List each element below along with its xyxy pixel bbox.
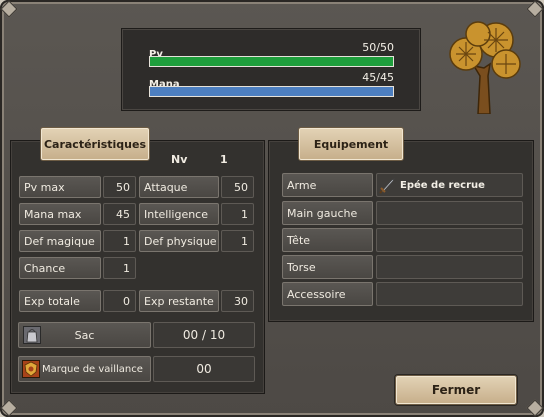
slot-label-main-gauche: Main gauche xyxy=(282,201,373,225)
corner-ornament xyxy=(526,0,544,18)
stat-label-def-magique: Def magique xyxy=(19,230,101,252)
stat-label-chance: Chance xyxy=(19,257,101,279)
stat-value-def-magique: 1 xyxy=(103,230,136,252)
corner-ornament xyxy=(0,399,18,417)
stat-label-intelligence: Intelligence xyxy=(139,203,219,225)
bag-button[interactable]: Sac xyxy=(18,322,151,348)
close-button[interactable]: Fermer xyxy=(395,375,517,405)
slot-arme[interactable]: Epée de recrue xyxy=(376,173,523,197)
exp-total-label: Exp totale xyxy=(19,290,101,312)
slot-main-gauche[interactable] xyxy=(376,201,523,225)
stat-value-pv-max: 50 xyxy=(103,176,136,198)
bag-icon xyxy=(23,326,41,344)
badge-label: Marque de vaillance xyxy=(42,363,143,375)
stat-value-intelligence: 1 xyxy=(221,203,254,225)
mana-bar xyxy=(149,86,394,97)
character-window: Pv 50/50 Mana 45/45 Caractéristiques Nv … xyxy=(0,0,544,417)
exp-remaining-label: Exp restante xyxy=(139,290,219,312)
badge-value: 00 xyxy=(153,356,255,382)
slot-arme-item: Epée de recrue xyxy=(400,179,485,191)
stat-value-mana-max: 45 xyxy=(103,203,136,225)
tab-equipment[interactable]: Equipement xyxy=(298,127,404,161)
stat-label-def-physique: Def physique xyxy=(139,230,219,252)
corner-ornament xyxy=(526,399,544,417)
hp-value: 50/50 xyxy=(362,41,394,54)
stat-label-pv-max: Pv max xyxy=(19,176,101,198)
stat-value-attaque: 50 xyxy=(221,176,254,198)
tree-icon xyxy=(449,21,521,114)
slot-label-torse: Torse xyxy=(282,255,373,279)
exp-total-value: 0 xyxy=(103,290,136,312)
stat-value-chance: 1 xyxy=(103,257,136,279)
mana-value: 45/45 xyxy=(362,71,394,84)
stat-value-def-physique: 1 xyxy=(221,230,254,252)
bag-value: 00 / 10 xyxy=(153,322,255,348)
sword-icon xyxy=(379,178,395,194)
slot-accessoire[interactable] xyxy=(376,282,523,306)
slot-torse[interactable] xyxy=(376,255,523,279)
level-value: 1 xyxy=(220,153,228,166)
hp-bar-fill xyxy=(150,57,393,66)
slot-label-tete: Tête xyxy=(282,228,373,252)
mana-bar-fill xyxy=(150,87,393,96)
hp-bar xyxy=(149,56,394,67)
slot-tete[interactable] xyxy=(376,228,523,252)
badge-button[interactable]: Marque de vaillance xyxy=(18,356,151,382)
badge-icon xyxy=(22,360,40,378)
status-box: Pv 50/50 Mana 45/45 xyxy=(121,28,421,111)
level-label: Nv xyxy=(171,153,188,166)
stat-label-mana-max: Mana max xyxy=(19,203,101,225)
stat-label-attaque: Attaque xyxy=(139,176,219,198)
exp-remaining-value: 30 xyxy=(221,290,254,312)
slot-label-accessoire: Accessoire xyxy=(282,282,373,306)
tab-characteristics[interactable]: Caractéristiques xyxy=(40,127,150,161)
bag-label: Sac xyxy=(74,328,95,342)
corner-ornament xyxy=(0,0,18,18)
slot-label-arme: Arme xyxy=(282,173,373,197)
